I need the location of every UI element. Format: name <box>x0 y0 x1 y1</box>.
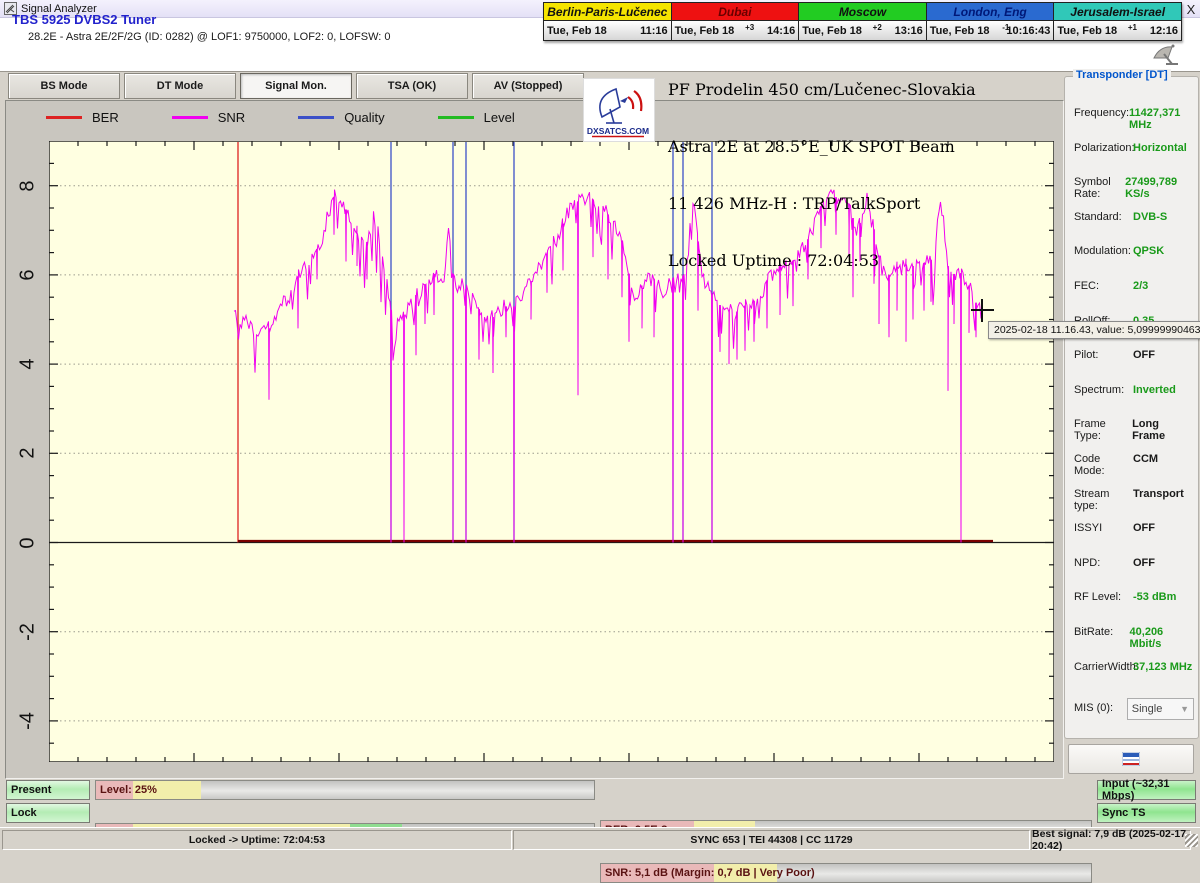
transponder-row: Frequency:11427,371 MHz <box>1074 107 1194 131</box>
clock-time: Tue, Feb 1811:16 <box>544 21 671 40</box>
stream-list-icon <box>1122 752 1140 766</box>
legend-swatch-snr <box>172 116 208 119</box>
chart-tooltip: 2025-02-18 11.16.43, value: 5,0999999046… <box>988 321 1200 339</box>
clock-cell: MoscowTue, Feb 18+213:16 <box>799 3 927 40</box>
transponder-panel-title: Transponder [DT] <box>1073 69 1171 81</box>
transponder-row: Polarization:Horizontal <box>1074 142 1194 154</box>
annotation-line-2: Astra 2E at 28.5°E_UK SPOT Beam <box>668 137 976 156</box>
transponder-row: Code Mode:CCM <box>1074 453 1194 477</box>
mis-value: Single <box>1132 703 1163 715</box>
legend-item-snr: SNR <box>172 110 245 125</box>
legend-label-snr: SNR <box>218 110 245 125</box>
mode-button-tsa-ok-[interactable]: TSA (OK) <box>356 73 468 99</box>
annotation-line-4: Locked Uptime : 72:04:53 <box>668 251 976 270</box>
tuner-title: TBS 5925 DVBS2 Tuner <box>12 12 156 27</box>
clock-city: Berlin-Paris-Lučenec <box>544 3 671 21</box>
clock-time: Tue, Feb 18+213:16 <box>799 21 926 40</box>
status-uptime: Locked -> Uptime: 72:04:53 <box>2 830 512 850</box>
legend-item-ber: BER <box>46 110 119 125</box>
sync-ts-indicator: Sync TS <box>1097 803 1196 823</box>
clock-time: Tue, Feb 18+314:16 <box>672 21 799 40</box>
mode-button-dt-mode[interactable]: DT Mode <box>124 73 236 99</box>
legend-swatch-level <box>438 116 474 119</box>
transponder-row: Pilot:OFF <box>1074 349 1194 361</box>
clock-cell: DubaiTue, Feb 18+314:16 <box>672 3 800 40</box>
mode-button-av-stopped-[interactable]: AV (Stopped) <box>472 73 584 99</box>
transponder-row: Stream type:Transport <box>1074 488 1194 512</box>
mis-label: MIS (0): <box>1074 702 1127 720</box>
clock-time: Tue, Feb 18-110:16:43 <box>927 21 1054 40</box>
clock-city: Jerusalem-Israel <box>1054 3 1181 21</box>
transponder-panel: Transponder [DT] Frequency:11427,371 MHz… <box>1064 76 1199 739</box>
mode-toolbar: BS ModeDT ModeSignal Mon.TSA (OK)AV (Sto… <box>8 73 584 97</box>
legend-swatch-quality <box>298 116 334 119</box>
transponder-row: Spectrum:Inverted <box>1074 384 1194 396</box>
mis-row: MIS (0): Single ▼ <box>1074 702 1194 720</box>
lock-indicator: Lock <box>6 803 90 823</box>
transponder-row: Frame Type:Long Frame <box>1074 418 1194 442</box>
status-bar: Locked -> Uptime: 72:04:53 SYNC 653 | TE… <box>0 827 1200 851</box>
y-axis-tick-label: 4 <box>17 359 40 370</box>
transponder-row: RF Level:-53 dBm <box>1074 591 1194 603</box>
transponder-row: Standard:DVB-S <box>1074 211 1194 223</box>
y-axis-tick-label: 0 <box>17 537 40 548</box>
tuner-subtitle: 28.2E - Astra 2E/2F/2G (ID: 0282) @ LOF1… <box>28 31 391 43</box>
present-indicator: Present <box>6 780 90 800</box>
y-axis-tick-label: 6 <box>17 269 40 280</box>
stream-list-button[interactable] <box>1068 744 1194 774</box>
legend-item-level: Level <box>438 110 515 125</box>
transponder-row: Symbol Rate:27499,789 KS/s <box>1074 176 1194 200</box>
mode-button-bs-mode[interactable]: BS Mode <box>8 73 120 99</box>
level-label: Level: 25% <box>100 784 157 796</box>
resize-grip[interactable] <box>1185 834 1198 847</box>
transponder-row: ISSYIOFF <box>1074 522 1194 534</box>
clock-cell: London, EngTue, Feb 18-110:16:43 <box>927 3 1055 40</box>
chevron-down-icon: ▼ <box>1180 704 1189 714</box>
mode-button-signal-mon-[interactable]: Signal Mon. <box>240 73 352 99</box>
transponder-row: FEC:2/3 <box>1074 280 1194 292</box>
annotation-line-1: PF Prodelin 450 cm/Lučenec-Slovakia <box>668 80 976 99</box>
logo-text: DXSATCS.COM <box>587 126 649 136</box>
legend-label-quality: Quality <box>344 110 384 125</box>
clock-city: Moscow <box>799 3 926 21</box>
transponder-row: Modulation:QPSK <box>1074 245 1194 257</box>
snr-label: SNR: 5,1 dB (Margin: 0,7 dB | Very Poor) <box>605 867 815 879</box>
clock-city: Dubai <box>672 3 799 21</box>
status-best-signal: Best signal: 7,9 dB (2025-02-17 20:42) <box>1031 830 1191 850</box>
mis-dropdown[interactable]: Single ▼ <box>1127 698 1194 720</box>
clock-city: London, Eng <box>927 3 1054 21</box>
satellite-dish-icon <box>1146 38 1186 68</box>
chart-legend: BER SNR Quality Level <box>46 108 568 126</box>
annotation-line-3: 11 426 MHz-H : TRP/TalkSport <box>668 194 976 213</box>
legend-item-quality: Quality <box>298 110 384 125</box>
y-axis-tick-label: 8 <box>17 180 40 191</box>
input-indicator: Input (~32,31 Mbps) <box>1097 780 1196 800</box>
y-axis-tick-label: 2 <box>17 448 40 459</box>
legend-swatch-ber <box>46 116 82 119</box>
transponder-row: BitRate:40,206 Mbit/s <box>1074 626 1194 650</box>
crosshair-cursor-vertical <box>981 299 983 322</box>
world-clocks: Berlin-Paris-LučenecTue, Feb 1811:16Duba… <box>543 2 1182 41</box>
transponder-row: CarrierWidth:37,123 MHz <box>1074 661 1194 673</box>
clock-cell: Berlin-Paris-LučenecTue, Feb 1811:16 <box>544 3 672 40</box>
y-axis-tick-label: -2 <box>17 623 40 641</box>
y-axis-tick-label: -4 <box>17 712 40 730</box>
clocks-close-button[interactable]: X <box>1184 3 1198 17</box>
level-progressbar: Level: 25% <box>95 780 595 800</box>
legend-label-ber: BER <box>92 110 119 125</box>
clock-cell: Jerusalem-IsraelTue, Feb 18+112:16 <box>1054 3 1181 40</box>
transponder-row: NPD:OFF <box>1074 557 1194 569</box>
dxsatcs-logo: DXSATCS.COM <box>583 78 655 142</box>
legend-label-level: Level <box>484 110 515 125</box>
status-sync-counters: SYNC 653 | TEI 44308 | CC 11729 <box>513 830 1030 850</box>
snr-progressbar: SNR: 5,1 dB (Margin: 0,7 dB | Very Poor) <box>600 863 1092 883</box>
annotation-text: PF Prodelin 450 cm/Lučenec-Slovakia Astr… <box>668 42 976 289</box>
